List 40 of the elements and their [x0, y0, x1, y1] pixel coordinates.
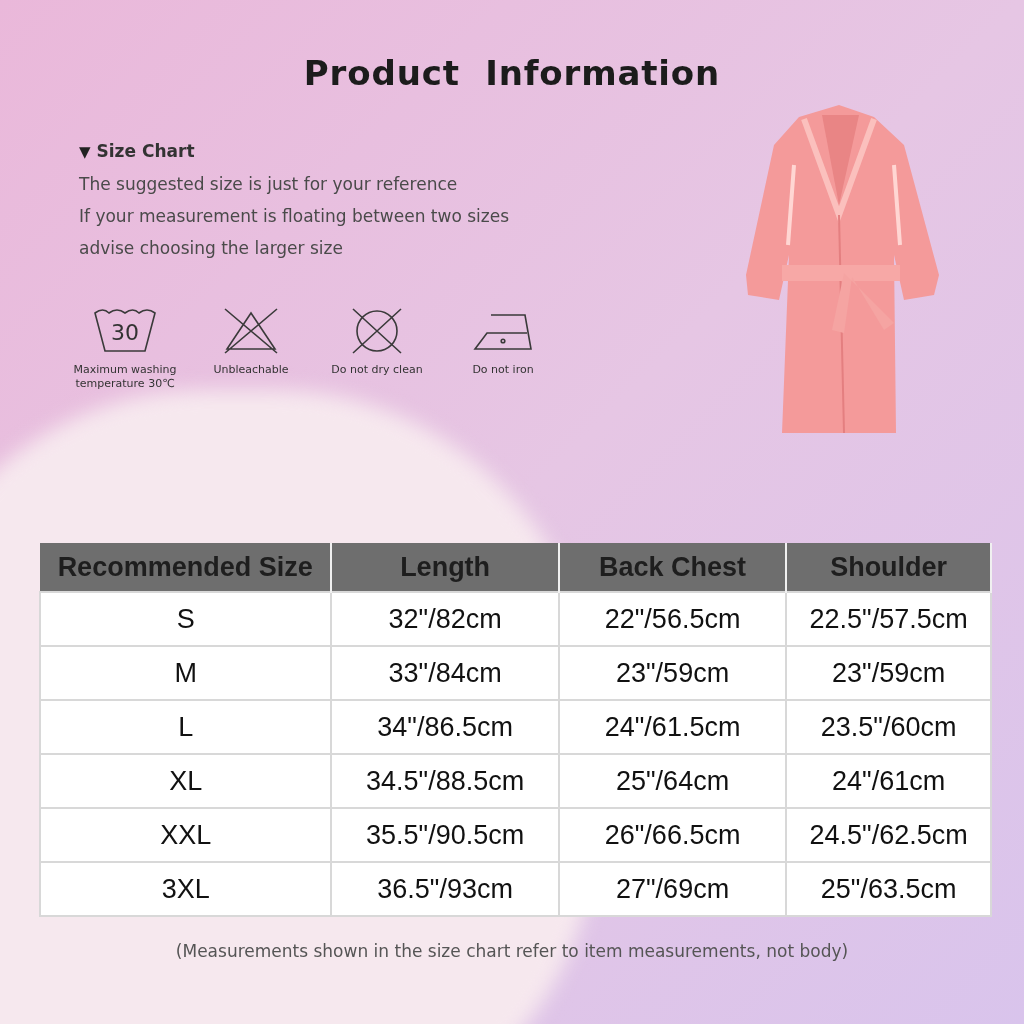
temperature-number: 30 [111, 320, 139, 345]
table-cell: 24"/61.5cm [558, 700, 787, 754]
table-cell: L [40, 700, 332, 754]
table-cell: 34"/86.5cm [331, 700, 559, 754]
table-cell: 23.5"/60cm [786, 700, 991, 754]
care-label: Maximum washing temperature 30℃ [72, 362, 178, 391]
triangle-marker: ▼ [79, 141, 91, 163]
section-heading: Size Chart [96, 140, 195, 163]
note-text: If your measurement is floating between two sizes [79, 204, 510, 228]
table-cell: 25"/64cm [558, 754, 787, 808]
column-header: Back Chest [558, 543, 787, 592]
table-cell: 24.5"/62.5cm [786, 808, 991, 862]
table-cell: 32"/82cm [331, 592, 559, 646]
table-cell: S [40, 592, 332, 646]
table-cell: 24"/61cm [786, 754, 991, 808]
note-text: advise choosing the larger size [79, 236, 344, 260]
table-cell: 25"/63.5cm [786, 862, 991, 916]
page-title: Product Information [303, 52, 721, 95]
table-cell: XXL [40, 808, 332, 862]
table-cell: M [40, 646, 332, 700]
table-cell: 3XL [40, 862, 332, 916]
footnote: (Measurements shown in the size chart refer to item measurements, not body) [175, 940, 849, 963]
table-cell: 34.5"/88.5cm [331, 754, 559, 808]
table-cell: XL [40, 754, 332, 808]
table-cell: 33"/84cm [331, 646, 559, 700]
care-label: Do not iron [472, 362, 534, 377]
table-cell: 36.5"/93cm [331, 862, 559, 916]
table-cell: 22"/56.5cm [558, 592, 787, 646]
note-text: The suggested size is just for your reference [79, 172, 459, 196]
column-header: Length [331, 543, 559, 592]
table-cell: 26"/66.5cm [558, 808, 787, 862]
care-label: Unbleachable [213, 362, 289, 377]
column-header: Recommended Size [40, 543, 332, 592]
table-cell: 23"/59cm [558, 646, 787, 700]
table-cell: 23"/59cm [786, 646, 991, 700]
table-cell: 22.5"/57.5cm [786, 592, 991, 646]
column-header: Shoulder [786, 543, 991, 592]
table-cell: 35.5"/90.5cm [331, 808, 559, 862]
table-cell: 27"/69cm [558, 862, 787, 916]
care-label: Do not dry clean [331, 362, 423, 377]
